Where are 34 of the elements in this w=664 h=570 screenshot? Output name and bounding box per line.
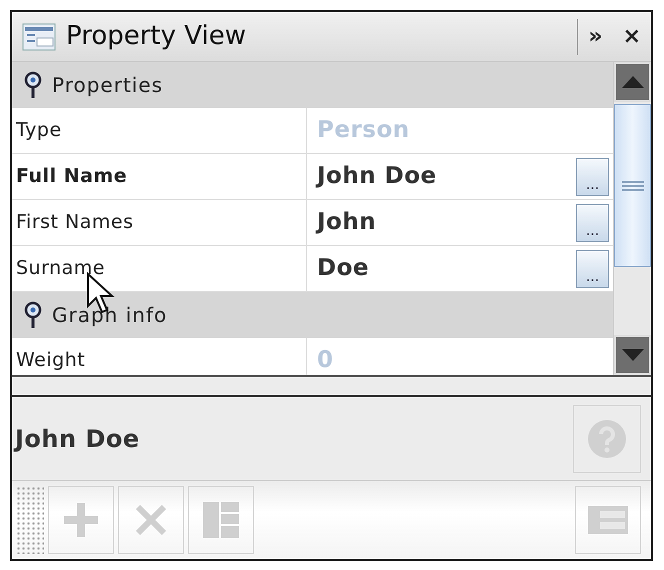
toolbar-grip[interactable] — [16, 486, 44, 554]
close-icon — [135, 504, 167, 536]
scroll-up-button[interactable] — [614, 62, 651, 102]
grid-icon — [202, 501, 240, 539]
property-list-icon — [22, 22, 56, 50]
property-value: 0 — [317, 346, 334, 375]
description-title: John Doe — [15, 424, 140, 454]
property-label: Type — [12, 108, 307, 153]
section-header[interactable]: Graph info — [12, 292, 613, 338]
property-value[interactable]: John — [317, 205, 376, 240]
pin-icon — [24, 301, 42, 329]
ellipsis-button[interactable]: ... — [576, 158, 609, 196]
down-arrow-icon — [622, 349, 644, 361]
list-icon — [588, 506, 628, 534]
section-title: Properties — [52, 72, 164, 99]
property-label: First Names — [12, 200, 307, 245]
close-button[interactable]: × — [612, 20, 651, 53]
property-label: Weight — [12, 338, 307, 375]
window-title: Property View — [66, 20, 246, 53]
scroll-down-button[interactable] — [614, 335, 651, 375]
plus-icon — [64, 503, 98, 537]
scrollbar-thumb[interactable] — [614, 104, 651, 267]
property-value: Person — [317, 116, 410, 146]
ellipsis-button[interactable]: ... — [576, 250, 609, 288]
pin-icon — [24, 71, 42, 99]
property-value[interactable]: John Doe — [317, 159, 437, 194]
property-label: Full Name — [12, 154, 307, 199]
section-title: Graph info — [52, 302, 168, 329]
up-arrow-icon — [622, 76, 644, 88]
property-value[interactable]: Doe — [317, 251, 369, 286]
overflow-button[interactable]: » — [578, 20, 613, 53]
help-icon — [587, 418, 627, 458]
ellipsis-button[interactable]: ... — [576, 204, 609, 242]
section-header[interactable]: Properties — [12, 62, 613, 108]
